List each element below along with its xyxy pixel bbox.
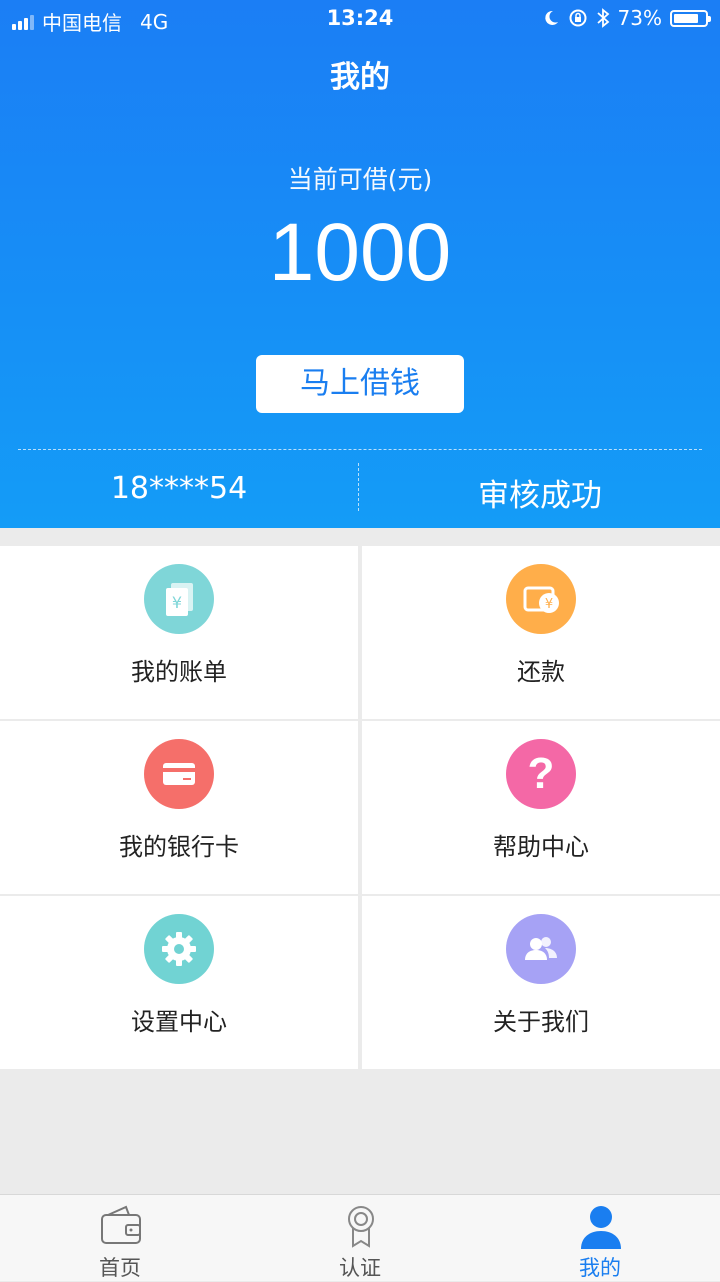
menu-item-label: 帮助中心 bbox=[493, 833, 589, 861]
bottom-tab-bar: 首页 认证 我的 bbox=[0, 1194, 720, 1281]
battery-icon bbox=[670, 9, 711, 27]
moon-icon bbox=[544, 10, 558, 25]
status-bar: 中国电信 4G 13:24 73% bbox=[0, 0, 720, 38]
bill-icon: ¥ bbox=[144, 564, 214, 634]
menu-item-bill[interactable]: ¥ 我的账单 bbox=[0, 546, 358, 719]
repay-icon: ¥ bbox=[506, 564, 576, 634]
review-status: 审核成功 bbox=[478, 478, 602, 514]
menu-item-label: 关于我们 bbox=[493, 1008, 589, 1036]
settings-icon bbox=[144, 914, 214, 984]
menu-item-settings[interactable]: 设置中心 bbox=[0, 896, 358, 1069]
page-title: 我的 bbox=[330, 60, 390, 95]
tab-certification[interactable]: 认证 bbox=[240, 1195, 480, 1281]
divider bbox=[18, 449, 702, 450]
tab-label: 认证 bbox=[339, 1256, 381, 1280]
wallet-icon bbox=[101, 1205, 141, 1244]
available-credit-label: 当前可借(元) bbox=[287, 165, 433, 194]
tab-mine[interactable]: 我的 bbox=[480, 1195, 720, 1281]
menu-item-label: 我的账单 bbox=[131, 658, 227, 686]
bank-card-icon bbox=[144, 739, 214, 809]
about-icon bbox=[506, 914, 576, 984]
bluetooth-icon bbox=[596, 8, 609, 28]
tab-label: 我的 bbox=[579, 1256, 621, 1280]
svg-text:¥: ¥ bbox=[545, 597, 553, 612]
tab-home[interactable]: 首页 bbox=[0, 1195, 240, 1281]
menu-item-label: 我的银行卡 bbox=[119, 833, 239, 861]
menu-item-bank-card[interactable]: 我的银行卡 bbox=[0, 721, 358, 894]
menu-item-repay[interactable]: ¥ 还款 bbox=[362, 546, 720, 719]
menu-item-label: 设置中心 bbox=[131, 1008, 227, 1036]
rotation-lock-icon bbox=[569, 9, 587, 27]
menu-item-label: 还款 bbox=[517, 658, 565, 686]
badge-icon bbox=[348, 1206, 374, 1248]
user-icon bbox=[581, 1206, 621, 1249]
menu-item-about[interactable]: 关于我们 bbox=[362, 896, 720, 1069]
battery-percent: 73% bbox=[617, 6, 662, 30]
divider bbox=[358, 463, 359, 511]
available-credit-amount: 1000 bbox=[268, 207, 452, 298]
borrow-now-button[interactable]: 马上借钱 bbox=[256, 355, 464, 413]
menu-item-help[interactable]: ? 帮助中心 bbox=[362, 721, 720, 894]
help-icon: ? bbox=[506, 739, 576, 809]
phone-number: 18****54 bbox=[110, 471, 248, 506]
profile-header: 中国电信 4G 13:24 73% 我的 当前可借(元) 1000 马上借钱 1… bbox=[0, 0, 720, 528]
tab-label: 首页 bbox=[99, 1256, 141, 1280]
svg-text:¥: ¥ bbox=[172, 593, 182, 612]
